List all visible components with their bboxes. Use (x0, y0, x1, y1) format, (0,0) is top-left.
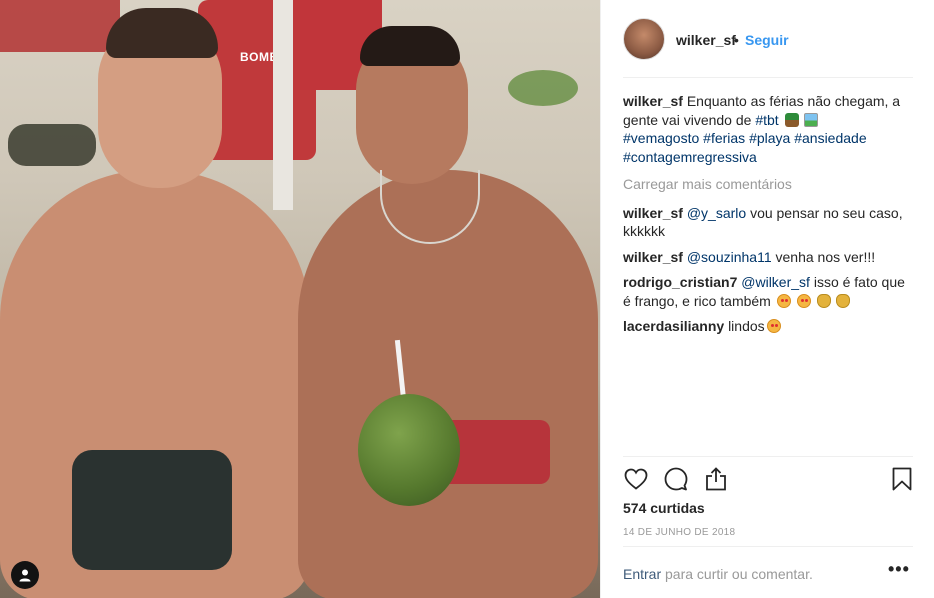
hashtag-tbt[interactable]: #tbt (755, 112, 778, 128)
coconut (358, 394, 460, 506)
comment-item: wilker_sf @souzinha11 venha nos ver!!! (623, 248, 913, 267)
post-header: wilker_sf • Seguir (601, 0, 934, 78)
avatar[interactable] (623, 18, 665, 60)
comment-item: rodrigo_cristian7 @wilker_sf isso é fato… (623, 273, 913, 310)
user-icon[interactable] (11, 561, 39, 589)
money-bag-emoji-icon (836, 293, 851, 308)
comment-text: venha nos ver!!! (775, 248, 876, 265)
author-username[interactable]: wilker_sf (676, 32, 736, 48)
beach-plant (508, 70, 578, 106)
post-sidebar: wilker_sf • Seguir wilker_sf Enquanto as… (600, 0, 934, 598)
likes-count[interactable]: 574 curtidas (623, 500, 705, 516)
post-date[interactable]: 14 DE JUNHO DE 2018 (623, 527, 735, 538)
login-prompt: Entrar para curtir ou comentar. (623, 566, 913, 582)
login-link[interactable]: Entrar (623, 566, 661, 582)
palm-tree-emoji-icon (784, 112, 799, 127)
load-more-comments[interactable]: Carregar mais comentários (623, 175, 913, 194)
comment-icon[interactable] (663, 466, 689, 492)
hashtags-line-1[interactable]: #vemagosto #ferias #playa #ansiedade (623, 130, 867, 146)
bookmark-icon[interactable] (889, 466, 915, 492)
comment-text: lindos (728, 318, 765, 334)
divider (623, 546, 913, 547)
person-left-hair (106, 8, 218, 58)
comment-username[interactable]: wilker_sf (623, 205, 683, 221)
money-bag-emoji-icon (816, 293, 831, 308)
heart-eyes-emoji-icon (776, 293, 791, 308)
person-right-hair (360, 26, 460, 66)
umbrella-pole (273, 0, 293, 210)
comment-item: wilker_sf @y_sarlo vou pensar no seu cas… (623, 204, 913, 241)
divider (623, 77, 913, 78)
picture-emoji-icon (804, 112, 819, 127)
comment-mention[interactable]: @wilker_sf (741, 274, 810, 290)
comments-list: wilker_sf Enquanto as férias não chegam,… (623, 92, 913, 343)
heart-eyes-emoji-icon (766, 319, 781, 333)
follow-button[interactable]: Seguir (745, 32, 789, 48)
hashtags-line-2[interactable]: #contagemregressiva (623, 149, 757, 165)
more-options-icon[interactable]: ••• (888, 560, 912, 582)
caption-username[interactable]: wilker_sf (623, 93, 683, 109)
beach-chair-left (0, 0, 120, 52)
heart-eyes-emoji-icon (796, 293, 811, 308)
comment-mention[interactable]: @y_sarlo (687, 205, 746, 221)
comment-username[interactable]: rodrigo_cristian7 (623, 274, 737, 290)
heart-icon[interactable] (623, 466, 649, 492)
caption: wilker_sf Enquanto as férias não chegam,… (623, 92, 913, 166)
divider (623, 456, 913, 457)
comment-username[interactable]: lacerdasilianny (623, 318, 724, 334)
post-photo[interactable]: BOMBE (0, 0, 600, 598)
comment-mention[interactable]: @souzinha11 (687, 249, 772, 265)
sandals (8, 124, 96, 166)
comment-item: lacerdasilianny lindos (623, 317, 913, 336)
login-prompt-text: para curtir ou comentar. (665, 566, 813, 582)
person-left-shorts (72, 450, 232, 570)
comment-username[interactable]: wilker_sf (623, 249, 683, 265)
action-bar (623, 466, 913, 494)
separator-dot: • (734, 32, 739, 48)
share-icon[interactable] (703, 466, 729, 492)
